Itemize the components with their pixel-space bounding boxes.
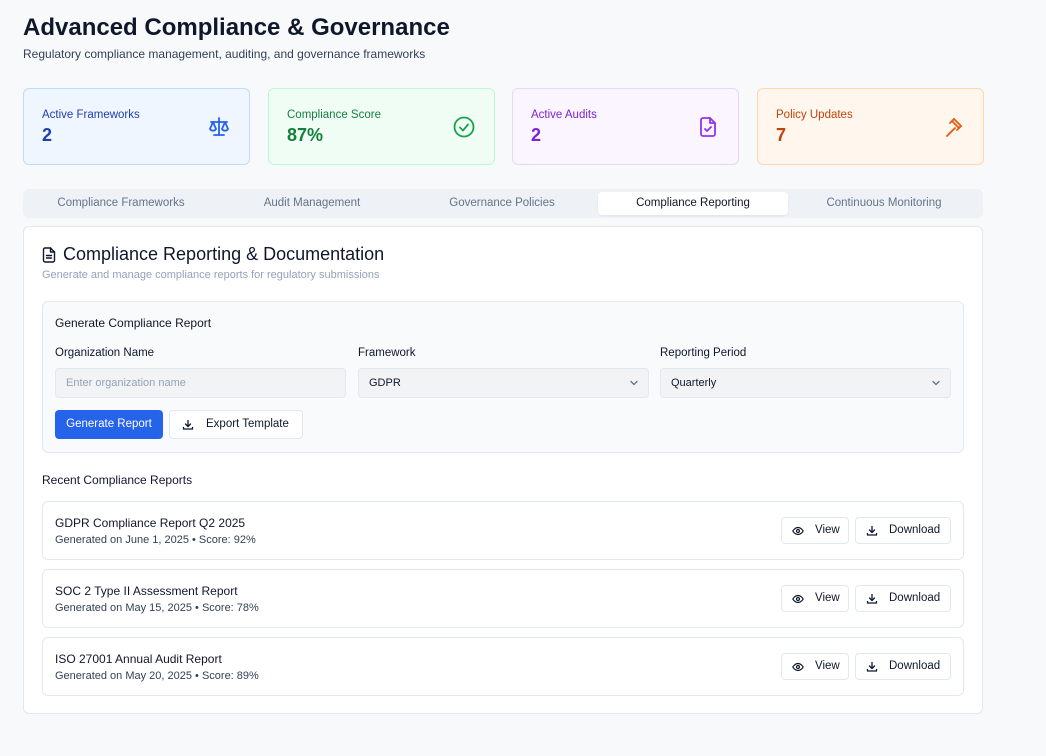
view-label: View <box>815 660 840 672</box>
download-label: Download <box>889 660 941 672</box>
reporting-period-value: Quarterly <box>671 377 717 389</box>
view-label: View <box>815 592 840 604</box>
page-title: Advanced Compliance & Governance <box>23 14 450 41</box>
report-name: GDPR Compliance Report Q2 2025 <box>55 516 246 530</box>
tab-compliance-frameworks[interactable]: Compliance Frameworks <box>26 192 216 215</box>
export-template-button[interactable]: Export Template <box>169 410 303 439</box>
view-label: View <box>815 524 840 536</box>
export-template-label: Export Template <box>206 418 289 430</box>
organization-name-input[interactable] <box>55 368 346 398</box>
generate-report-form: Generate Compliance Report Organization … <box>42 301 964 453</box>
eye-icon <box>792 662 804 672</box>
framework-value: GDPR <box>369 377 401 389</box>
download-label: Download <box>889 524 941 536</box>
report-name: SOC 2 Type II Assessment Report <box>55 584 238 598</box>
report-item: ISO 27001 Annual Audit Report Generated … <box>42 637 964 696</box>
stat-label: Policy Updates <box>776 109 853 121</box>
recent-reports-title: Recent Compliance Reports <box>42 473 193 487</box>
download-icon <box>866 525 878 536</box>
report-meta: Generated on May 15, 2025 • Score: 78% <box>55 602 259 614</box>
stat-value: 7 <box>776 125 787 145</box>
report-meta: Generated on June 1, 2025 • Score: 92% <box>55 534 256 546</box>
stat-card-policy-updates: Policy Updates 7 <box>757 88 984 165</box>
report-item: GDPR Compliance Report Q2 2025 Generated… <box>42 501 964 560</box>
framework-label: Framework <box>358 347 416 359</box>
generate-report-button[interactable]: Generate Report <box>55 410 163 439</box>
file-check-icon <box>700 117 716 137</box>
scale-icon <box>209 117 229 136</box>
tab-compliance-reporting[interactable]: Compliance Reporting <box>598 192 788 215</box>
eye-icon <box>792 526 804 536</box>
stat-label: Active Audits <box>531 109 597 121</box>
view-button[interactable]: View <box>781 653 849 680</box>
report-name: ISO 27001 Annual Audit Report <box>55 652 222 666</box>
tab-bar: Compliance Frameworks Audit Management G… <box>23 189 983 218</box>
card-title: Compliance Reporting & Documentation <box>63 244 385 264</box>
view-button[interactable]: View <box>781 585 849 612</box>
gavel-icon <box>946 118 962 137</box>
stats-row: Active Frameworks 2 Compliance Score 87%… <box>23 88 984 165</box>
stat-card-active-frameworks: Active Frameworks 2 <box>23 88 250 165</box>
document-icon <box>42 247 56 263</box>
eye-icon <box>792 594 804 604</box>
organization-name-label: Organization Name <box>55 347 155 359</box>
stat-label: Compliance Score <box>287 109 381 121</box>
download-button[interactable]: Download <box>855 517 951 544</box>
tab-audit-management[interactable]: Audit Management <box>217 192 407 215</box>
view-button[interactable]: View <box>781 517 849 544</box>
card-description: Generate and manage compliance reports f… <box>42 269 380 281</box>
tab-governance-policies[interactable]: Governance Policies <box>407 192 597 215</box>
download-icon <box>866 593 878 604</box>
reporting-period-label: Reporting Period <box>660 347 747 359</box>
stat-value: 2 <box>42 125 53 145</box>
stat-value: 87% <box>287 125 324 145</box>
reporting-period-select[interactable]: Quarterly <box>660 368 951 398</box>
download-icon <box>182 419 194 430</box>
stat-label: Active Frameworks <box>42 109 140 121</box>
report-meta: Generated on May 20, 2025 • Score: 89% <box>55 670 259 682</box>
framework-select[interactable]: GDPR <box>358 368 649 398</box>
page-subtitle: Regulatory compliance management, auditi… <box>23 47 426 61</box>
download-label: Download <box>889 592 941 604</box>
report-item: SOC 2 Type II Assessment Report Generate… <box>42 569 964 628</box>
stat-card-compliance-score: Compliance Score 87% <box>268 88 495 165</box>
download-button[interactable]: Download <box>855 585 951 612</box>
check-circle-icon <box>453 116 475 138</box>
download-button[interactable]: Download <box>855 653 951 680</box>
chevron-down-icon <box>630 380 638 386</box>
stat-value: 2 <box>531 125 542 145</box>
stat-card-active-audits: Active Audits 2 <box>512 88 739 165</box>
chevron-down-icon <box>932 380 940 386</box>
reporting-card: Compliance Reporting & Documentation Gen… <box>23 226 983 714</box>
download-icon <box>866 661 878 672</box>
tab-continuous-monitoring[interactable]: Continuous Monitoring <box>789 192 979 215</box>
form-title: Generate Compliance Report <box>55 316 212 330</box>
